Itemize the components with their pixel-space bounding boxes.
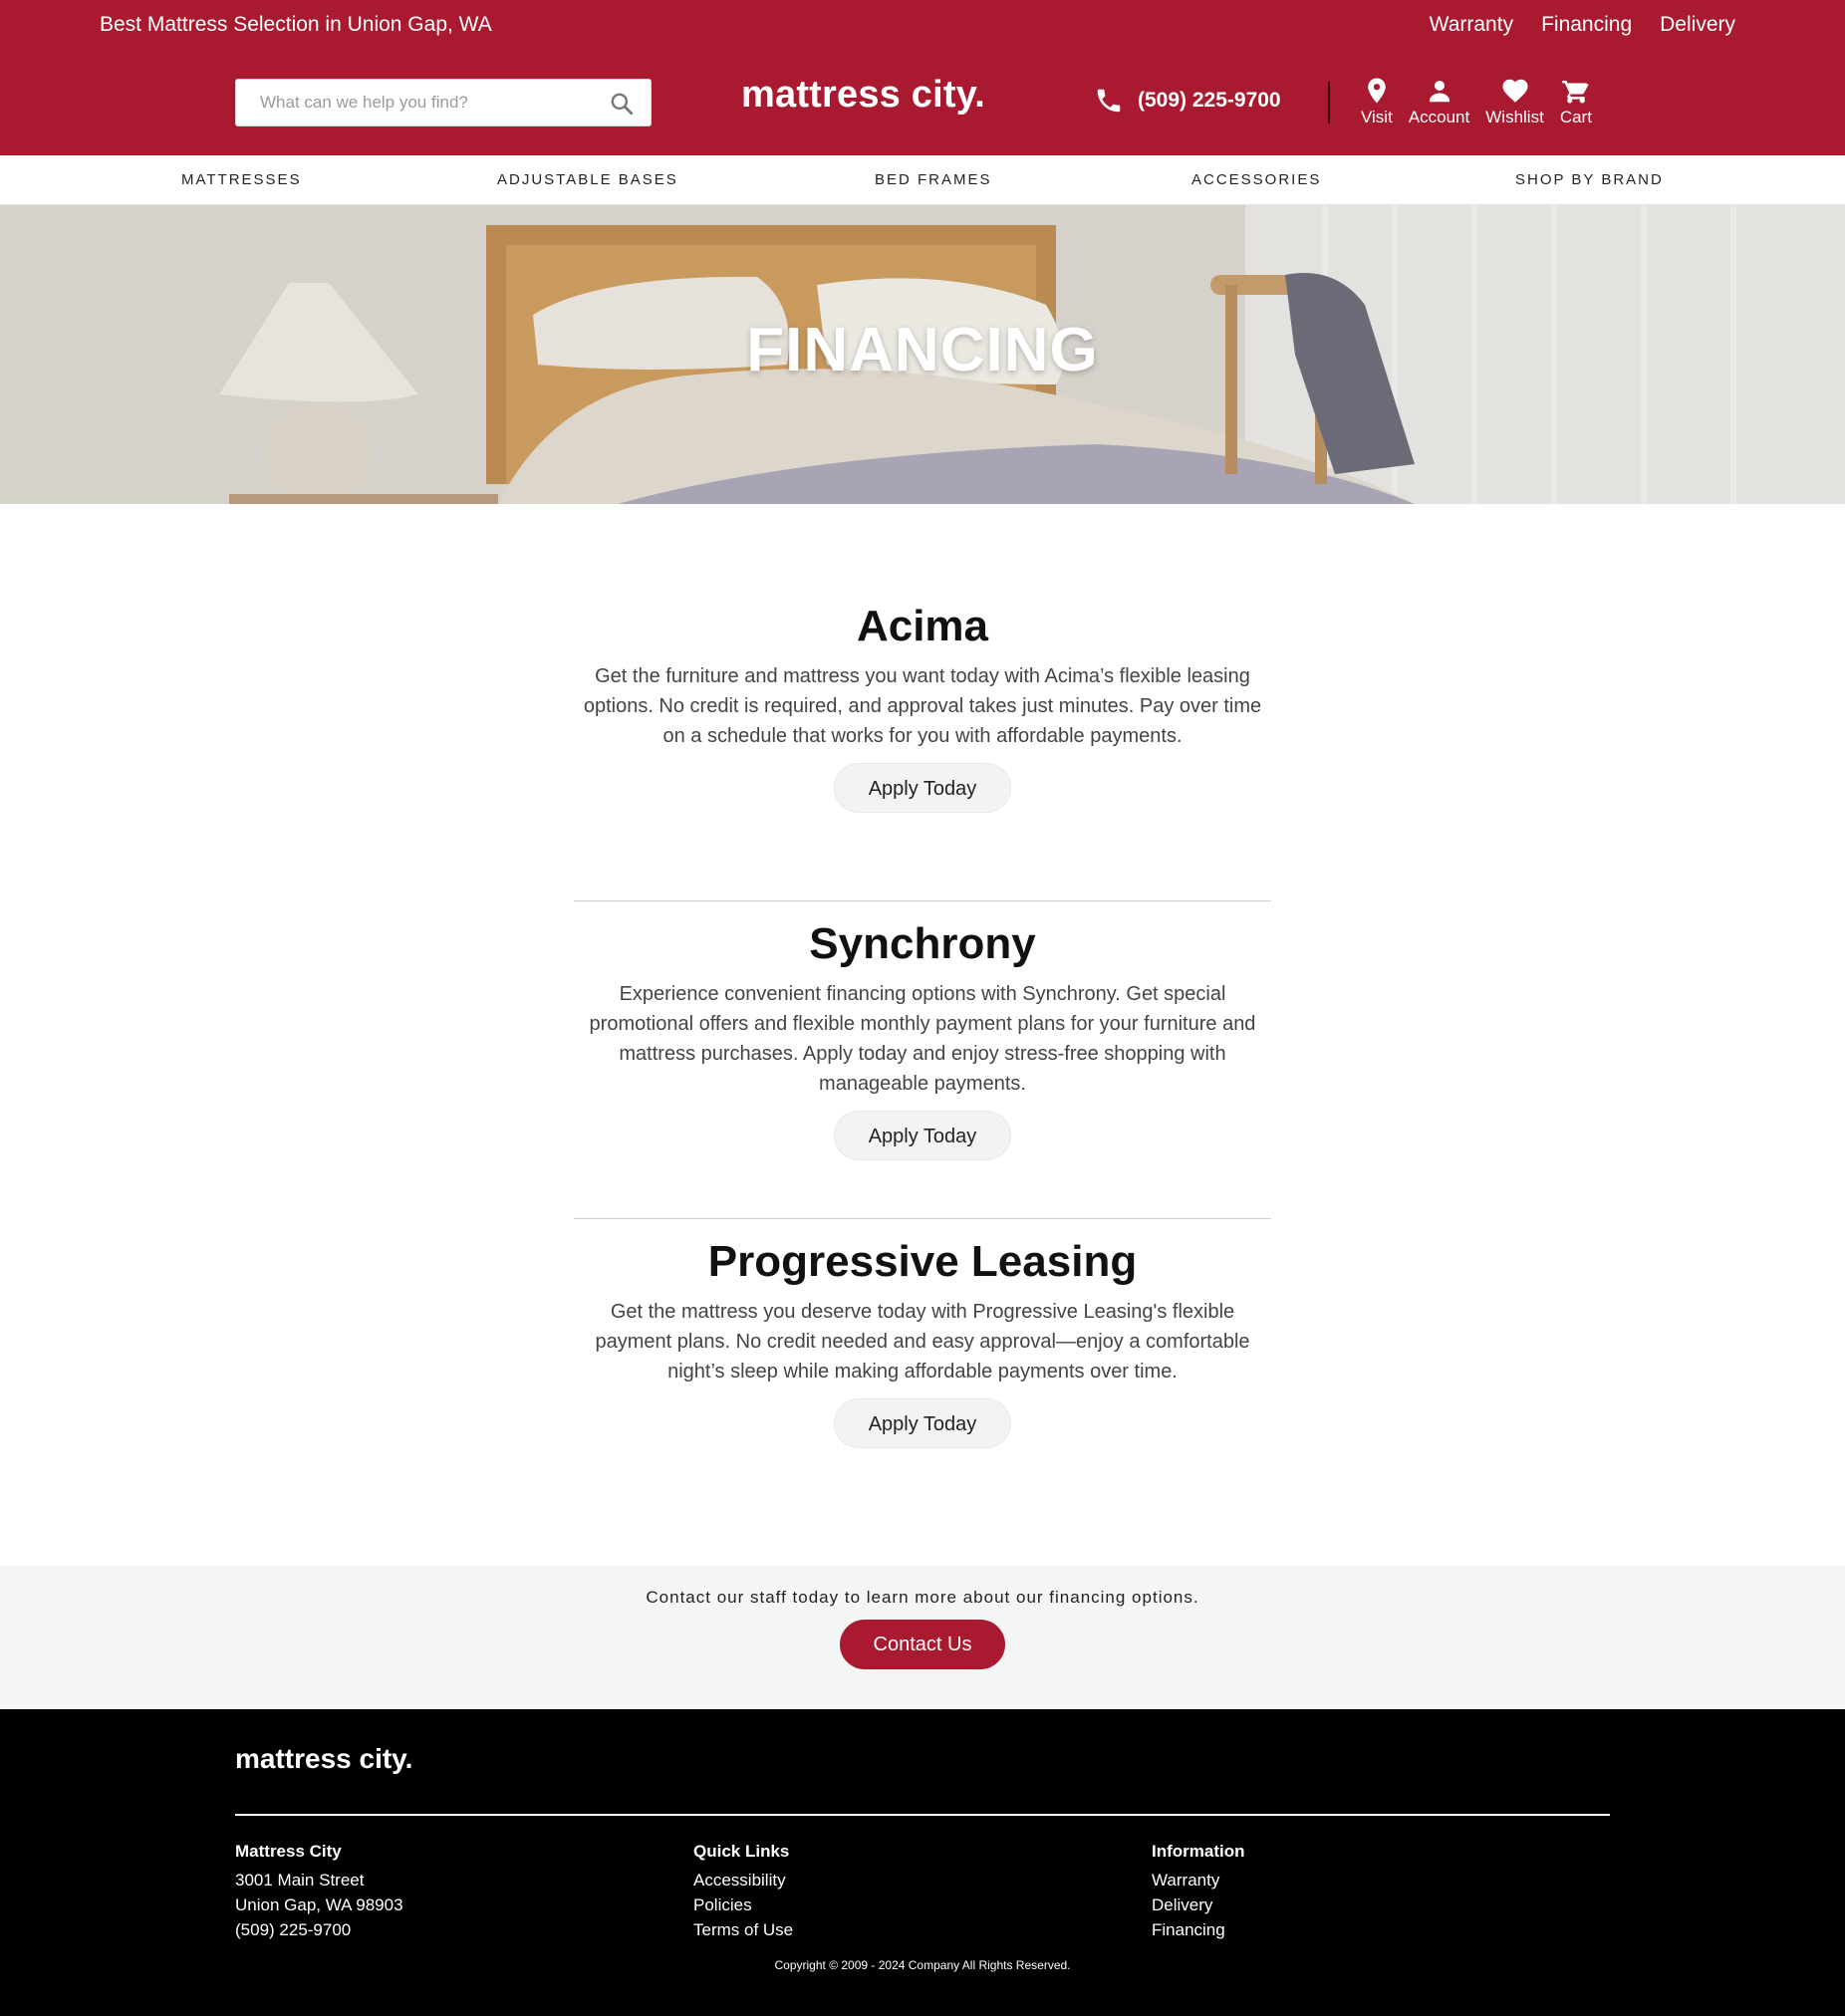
footer-column-mattress-city: Mattress City 3001 Main Street Union Gap… bbox=[235, 1839, 403, 1942]
option-description: Get the furniture and mattress you want … bbox=[583, 665, 1262, 747]
apply-today-button-progressive[interactable]: Apply Today bbox=[834, 1398, 1011, 1448]
search-input[interactable] bbox=[236, 80, 595, 126]
map-pin-icon bbox=[1368, 78, 1386, 104]
footer-logo[interactable]: mattress city. bbox=[235, 1743, 412, 1775]
footer-column-quick-links: Quick Links Accessibility Policies Terms… bbox=[693, 1839, 793, 1942]
apply-today-button-acima[interactable]: Apply Today bbox=[834, 763, 1011, 813]
user-icon bbox=[1429, 81, 1450, 103]
footer-column-information: Information Warranty Delivery Financing bbox=[1152, 1839, 1245, 1942]
financing-option-acima: Acima Get the furniture and mattress you… bbox=[574, 602, 1271, 813]
visit-label: Visit bbox=[1361, 108, 1393, 126]
footer-link-policies[interactable]: Policies bbox=[693, 1892, 793, 1917]
section-divider bbox=[574, 1218, 1271, 1219]
nav-bed-frames[interactable]: BED FRAMES bbox=[875, 171, 992, 188]
page-title: FINANCING bbox=[746, 316, 1099, 384]
header-divider bbox=[1328, 82, 1330, 124]
account-label: Account bbox=[1408, 108, 1470, 126]
nav-shop-by-brand[interactable]: SHOP BY BRAND bbox=[1515, 171, 1664, 188]
copyright-text: Copyright © 2009 - 2024 Company All Righ… bbox=[774, 1958, 1071, 1972]
phone-icon bbox=[1097, 89, 1121, 113]
section-divider bbox=[574, 900, 1271, 901]
wishlist-label: Wishlist bbox=[1485, 108, 1544, 126]
header-icons: Visit Account Wishlist Cart bbox=[1361, 76, 1592, 127]
footer-address-city: Union Gap, WA 98903 bbox=[235, 1895, 403, 1914]
top-link-financing[interactable]: Financing bbox=[1541, 13, 1632, 37]
visit-button[interactable]: Visit bbox=[1361, 76, 1393, 127]
footer-column-title: Quick Links bbox=[693, 1842, 790, 1861]
option-description: Get the mattress you deserve today with … bbox=[595, 1301, 1250, 1383]
cart-button[interactable]: Cart bbox=[1560, 76, 1592, 127]
nav-mattresses[interactable]: MATTRESSES bbox=[181, 171, 302, 188]
footer-link-terms[interactable]: Terms of Use bbox=[693, 1917, 793, 1942]
footer-link-delivery[interactable]: Delivery bbox=[1152, 1892, 1245, 1917]
top-link-delivery[interactable]: Delivery bbox=[1660, 13, 1735, 37]
hero-banner: FINANCING bbox=[0, 205, 1845, 504]
top-link-warranty[interactable]: Warranty bbox=[1430, 13, 1513, 37]
site-footer: mattress city. Mattress City 3001 Main S… bbox=[0, 1709, 1845, 2016]
footer-link-financing[interactable]: Financing bbox=[1152, 1917, 1245, 1942]
footer-column-title: Information bbox=[1152, 1842, 1245, 1861]
site-header: Best Mattress Selection in Union Gap, WA… bbox=[0, 0, 1845, 155]
cart-icon bbox=[1562, 81, 1589, 104]
nav-accessories[interactable]: ACCESSORIES bbox=[1191, 171, 1321, 188]
contact-text: Contact our staff today to learn more ab… bbox=[646, 1588, 1199, 1607]
option-title: Synchrony bbox=[809, 919, 1036, 968]
search-box bbox=[235, 79, 652, 126]
footer-divider bbox=[235, 1814, 1610, 1816]
main-nav: MATTRESSES ADJUSTABLE BASES BED FRAMES A… bbox=[0, 155, 1845, 205]
search-icon[interactable] bbox=[609, 91, 635, 117]
wishlist-button[interactable]: Wishlist bbox=[1485, 76, 1544, 127]
nav-adjustable-bases[interactable]: ADJUSTABLE BASES bbox=[497, 171, 678, 188]
phone-number: (509) 225-9700 bbox=[1138, 89, 1281, 112]
contact-us-button[interactable]: Contact Us bbox=[840, 1620, 1005, 1669]
footer-address-street: 3001 Main Street bbox=[235, 1871, 365, 1890]
footer-link-accessibility[interactable]: Accessibility bbox=[693, 1868, 793, 1892]
cart-label: Cart bbox=[1559, 108, 1592, 126]
option-description: Experience convenient financing options … bbox=[589, 983, 1256, 1095]
footer-link-warranty[interactable]: Warranty bbox=[1152, 1868, 1245, 1892]
top-links: Warranty Financing Delivery bbox=[1430, 13, 1735, 37]
footer-column-title: Mattress City bbox=[235, 1842, 342, 1861]
footer-phone[interactable]: (509) 225-9700 bbox=[235, 1917, 403, 1942]
financing-option-progressive: Progressive Leasing Get the mattress you… bbox=[574, 1237, 1271, 1448]
financing-option-synchrony: Synchrony Experience convenient financin… bbox=[574, 919, 1271, 1160]
contact-banner: Contact our staff today to learn more ab… bbox=[0, 1566, 1845, 1709]
phone-link[interactable]: (509) 225-9700 bbox=[1094, 86, 1281, 116]
option-title: Progressive Leasing bbox=[707, 1237, 1138, 1286]
option-title: Acima bbox=[856, 602, 989, 650]
heart-icon bbox=[1502, 79, 1528, 103]
account-button[interactable]: Account bbox=[1409, 76, 1469, 127]
apply-today-button-synchrony[interactable]: Apply Today bbox=[834, 1111, 1011, 1160]
header-tagline: Best Mattress Selection in Union Gap, WA bbox=[100, 13, 492, 36]
site-logo[interactable]: mattress city. bbox=[741, 74, 985, 117]
